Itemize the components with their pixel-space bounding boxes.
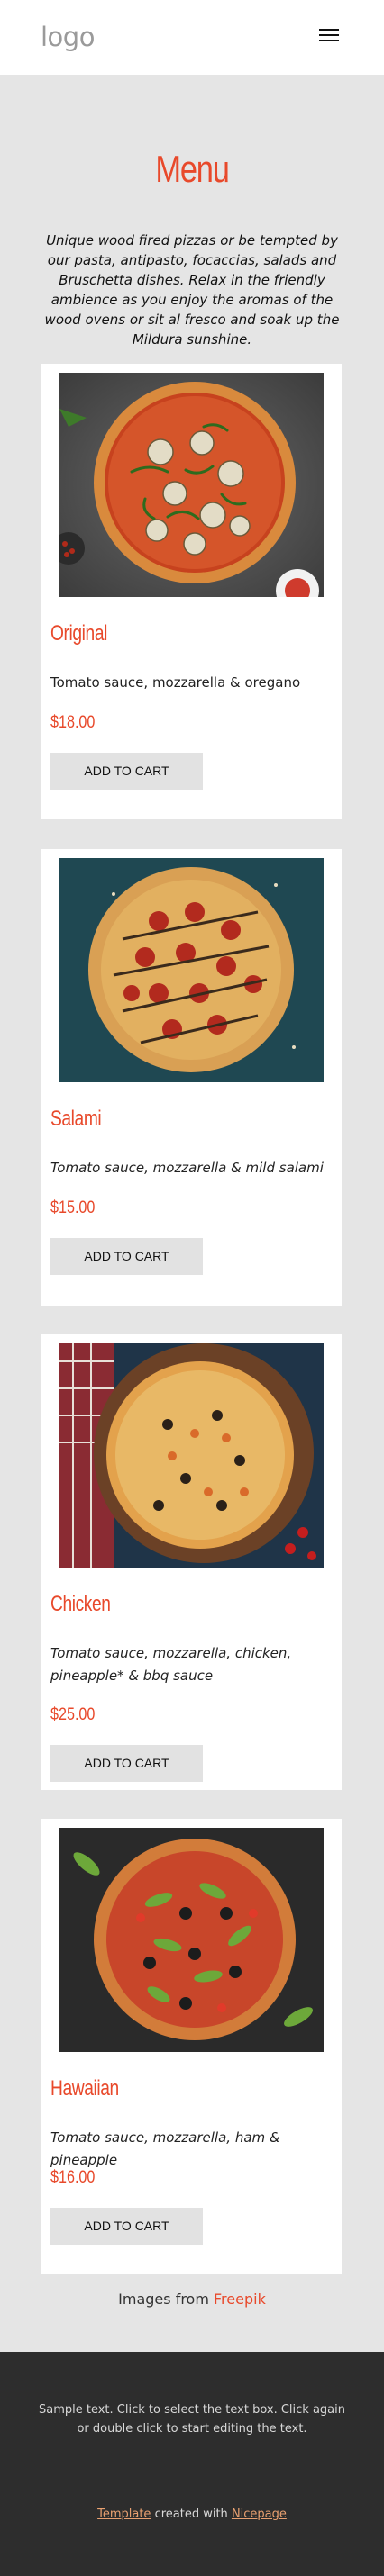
item-description: Tomato sauce, mozzarella & oregano [50,674,301,691]
created-with-text: created with [154,2508,228,2521]
add-to-cart-button[interactable]: ADD TO CART [50,1238,203,1275]
item-description: Tomato sauce, mozzarella, ham & pineappl… [50,2129,280,2168]
menu-card-chicken: Chicken Tomato sauce, mozzarella, chicke… [41,1334,342,1790]
page-title: Menu [155,148,229,190]
pizza-salami-image [59,858,324,1082]
hamburger-icon[interactable] [319,26,341,44]
logo[interactable]: logo [41,22,95,52]
freepik-link[interactable]: Freepik [214,2291,266,2308]
pizza-chicken-image [59,1343,324,1568]
menu-card-hawaiian: Hawaiian Tomato sauce, mozzarella, ham &… [41,1819,342,2274]
credits-prefix: Images from [118,2291,209,2308]
image-credits: Images from Freepik [0,2291,384,2308]
template-link[interactable]: Template [97,2508,151,2521]
menu-card-original: Original Tomato sauce, mozzarella & oreg… [41,364,342,819]
pizza-hawaiian-image [59,1828,324,2052]
item-price: $16.00 [50,2168,96,2187]
footer-credit: Template created with Nicepage [0,2508,384,2521]
site-footer: Sample text. Click to select the text bo… [0,2352,384,2576]
item-price: $15.00 [50,1198,96,1217]
nicepage-link[interactable]: Nicepage [232,2508,287,2521]
item-description: Tomato sauce, mozzarella & mild salami [50,1160,324,1176]
intro-text: Unique wood fired pizzas or be tempted b… [44,232,340,348]
pizza-original-image [59,373,324,597]
item-name: Original [50,621,107,646]
add-to-cart-button[interactable]: ADD TO CART [50,1745,203,1782]
item-price: $18.00 [50,713,96,732]
add-to-cart-button[interactable]: ADD TO CART [50,2208,203,2245]
item-name: Salami [50,1107,102,1131]
site-header: logo [0,0,384,75]
footer-sample-text: Sample text. Click to select the text bo… [38,2403,345,2436]
item-description: Tomato sauce, mozzarella, chicken, pinea… [50,1645,292,1684]
menu-card-salami: Salami Tomato sauce, mozzarella & mild s… [41,849,342,1306]
add-to-cart-button[interactable]: ADD TO CART [50,753,203,790]
item-name: Chicken [50,1592,111,1616]
item-name: Hawaiian [50,2076,119,2101]
item-price: $25.00 [50,1705,96,1724]
